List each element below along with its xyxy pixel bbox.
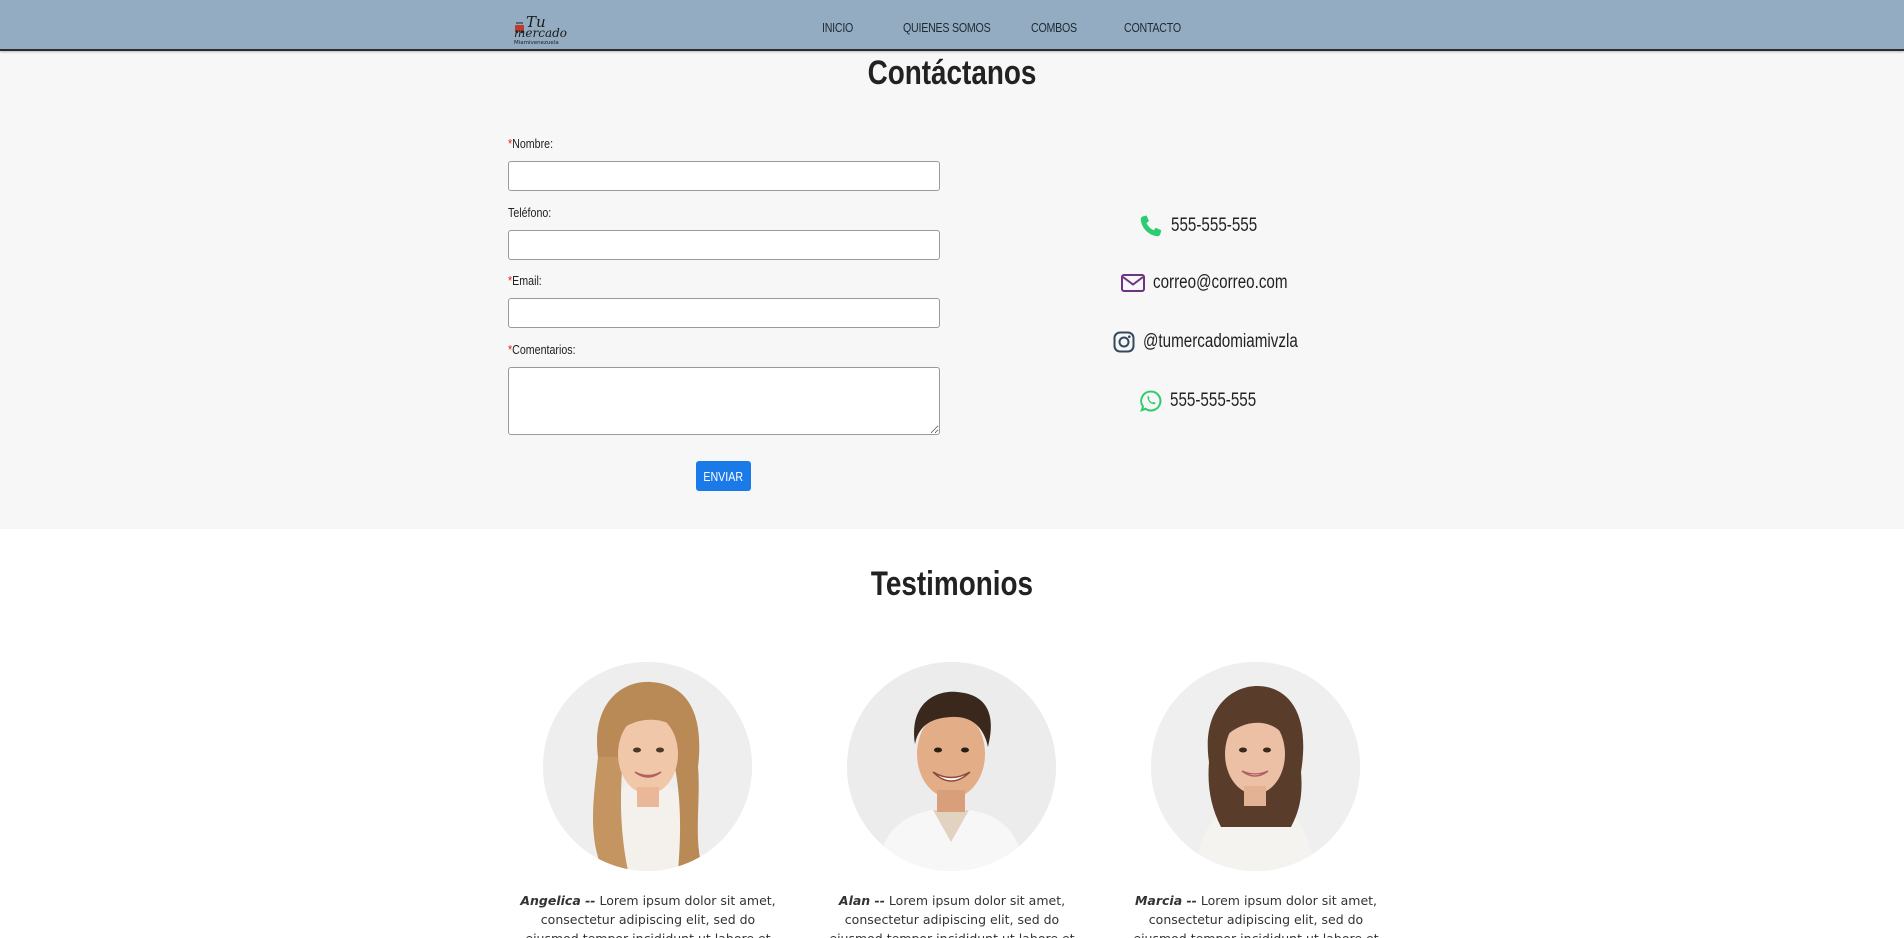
logo-text-3: Miamivenezuela bbox=[514, 40, 559, 46]
testimonials-section: Testimonios Angelica -- Lorem ipsum dolo… bbox=[0, 529, 1904, 938]
testimonial-marcia: Marcia -- Lorem ipsum dolor sit amet, co… bbox=[1121, 891, 1391, 938]
phone-info: 555-555-555 bbox=[1139, 214, 1279, 238]
phone-input[interactable] bbox=[508, 230, 940, 260]
instagram-icon bbox=[1113, 331, 1135, 353]
email-info: correo@correo.com bbox=[1121, 272, 1321, 294]
phone-label: Teléfono: bbox=[508, 205, 552, 220]
whatsapp-number: 555-555-555 bbox=[1170, 390, 1257, 411]
nav-inicio[interactable]: INICIO bbox=[822, 20, 853, 35]
phone-icon bbox=[1140, 215, 1162, 237]
testimonials-title: Testimonios bbox=[870, 565, 1034, 603]
navbar: Tu mercado Miamivenezuela INICIO QUIENES… bbox=[0, 0, 1904, 51]
instagram-info: @tumercadomiamivzla bbox=[1113, 331, 1337, 353]
nav-contacto[interactable]: CONTACTO bbox=[1124, 20, 1181, 35]
whatsapp-info: 555-555-555 bbox=[1140, 390, 1278, 412]
comments-textarea[interactable] bbox=[508, 367, 940, 435]
testimonial-author: Marcia -- bbox=[1134, 893, 1197, 908]
name-input[interactable] bbox=[508, 161, 940, 191]
envelope-icon bbox=[1121, 274, 1145, 292]
nav-combos[interactable]: COMBOS bbox=[1031, 20, 1077, 35]
testimonial-alan: Alan -- Lorem ipsum dolor sit amet, cons… bbox=[817, 891, 1087, 938]
whatsapp-icon bbox=[1140, 390, 1162, 412]
avatar-marcia bbox=[1151, 662, 1360, 871]
nav-quienes-somos[interactable]: QUIENES SOMOS bbox=[903, 20, 991, 35]
submit-button[interactable]: ENVIAR bbox=[696, 461, 751, 491]
contact-section: Contáctanos *Nombre: Teléfono: *Email: *… bbox=[0, 51, 1904, 529]
avatar-angelica bbox=[543, 662, 752, 871]
email-label: *Email: bbox=[508, 273, 542, 288]
logo-graphic: Tu mercado Miamivenezuela bbox=[514, 13, 567, 46]
contact-title: Contáctanos bbox=[867, 54, 1037, 92]
brand-logo[interactable]: Tu mercado Miamivenezuela bbox=[512, 12, 570, 46]
email-link[interactable]: correo@correo.com bbox=[1153, 272, 1288, 294]
email-input[interactable] bbox=[508, 298, 940, 328]
phone-number: 555-555-555 bbox=[1171, 215, 1258, 236]
testimonial-angelica: Angelica -- Lorem ipsum dolor sit amet, … bbox=[513, 891, 783, 938]
logo-text-2: mercado bbox=[514, 26, 567, 40]
comments-label: *Comentarios: bbox=[508, 342, 576, 357]
avatar-alan bbox=[847, 662, 1056, 871]
name-label: *Nombre: bbox=[508, 136, 554, 151]
testimonial-author: Alan -- bbox=[838, 893, 885, 908]
instagram-link[interactable]: @tumercadomiamivzla bbox=[1143, 331, 1298, 353]
testimonial-author: Angelica -- bbox=[520, 893, 596, 908]
